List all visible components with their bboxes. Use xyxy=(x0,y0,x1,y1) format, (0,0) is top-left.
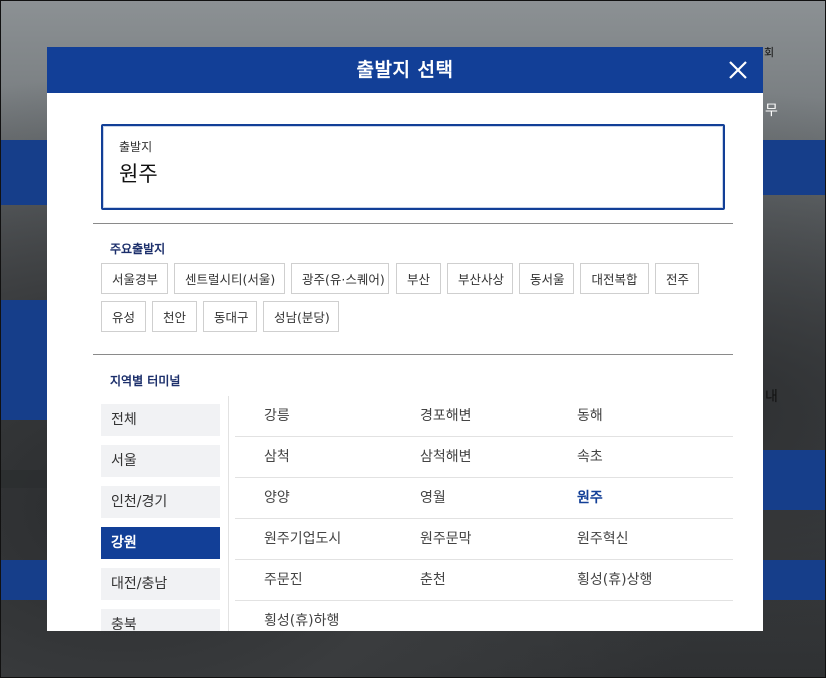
terminal-item[interactable]: 삼척 xyxy=(264,437,290,477)
major-departure-chip[interactable]: 천안 xyxy=(152,301,197,332)
terminal-item-selected[interactable]: 원주 xyxy=(577,478,603,518)
major-departures-title: 주요출발지 xyxy=(110,242,166,256)
regional-terminals-title: 지역별 터미널 xyxy=(110,374,181,388)
region-item-seoul[interactable]: 서울 xyxy=(101,445,220,477)
region-item-chungbuk[interactable]: 충북 xyxy=(101,609,220,631)
region-item-incheon-gyeonggi[interactable]: 인천/경기 xyxy=(101,486,220,518)
terminal-row: 삼척 삼척해변 속초 xyxy=(235,437,733,478)
major-departure-chip[interactable]: 서울경부 xyxy=(101,263,168,294)
background-panel xyxy=(0,300,47,420)
background-panel xyxy=(0,560,47,600)
background-panel xyxy=(763,450,826,510)
divider xyxy=(93,223,733,224)
departure-field[interactable]: 출발지 원주 xyxy=(101,124,725,210)
terminal-item[interactable]: 횡성(휴)상행 xyxy=(577,560,652,600)
terminal-row: 원주기업도시 원주문막 원주혁신 xyxy=(235,519,733,560)
background-text: 무 xyxy=(765,103,778,119)
terminal-item[interactable]: 원주문막 xyxy=(420,519,472,559)
terminal-item[interactable]: 경포해변 xyxy=(420,396,472,436)
major-departure-chip[interactable]: 성남(분당) xyxy=(263,301,339,332)
terminal-item[interactable]: 영월 xyxy=(420,478,446,518)
region-divider xyxy=(228,396,229,631)
major-departure-chip[interactable]: 센트럴시티(서울) xyxy=(174,263,285,294)
terminal-item[interactable]: 원주혁신 xyxy=(577,519,629,559)
terminal-item[interactable]: 동해 xyxy=(577,396,603,436)
region-item-gangwon[interactable]: 강원 xyxy=(101,527,220,559)
terminal-row: 양양 영월 원주 xyxy=(235,478,733,519)
background-panel xyxy=(0,140,47,205)
background-text: 내 xyxy=(765,389,778,405)
terminal-item[interactable]: 삼척해변 xyxy=(420,437,472,477)
terminal-item[interactable]: 주문진 xyxy=(264,560,303,600)
modal-title: 출발지 선택 xyxy=(356,59,454,81)
major-departure-chip[interactable]: 부산사상 xyxy=(447,263,513,294)
close-icon xyxy=(729,61,747,79)
background-panel xyxy=(763,140,826,195)
terminal-row: 강릉 경포해변 동해 xyxy=(235,396,733,437)
terminal-row: 횡성(휴)하행 xyxy=(235,601,733,631)
major-departure-chip[interactable]: 부산 xyxy=(396,263,441,294)
background-text: 회 xyxy=(764,46,775,59)
terminal-item[interactable]: 양양 xyxy=(264,478,290,518)
terminal-item[interactable]: 속초 xyxy=(577,437,603,477)
major-departure-chip[interactable]: 유성 xyxy=(101,301,146,332)
departure-label: 출발지 xyxy=(119,140,153,154)
major-departure-chip[interactable]: 전주 xyxy=(655,263,699,294)
terminal-item[interactable]: 강릉 xyxy=(264,396,290,436)
terminal-item[interactable]: 횡성(휴)하행 xyxy=(264,601,339,631)
departure-value: 원주 xyxy=(119,162,158,186)
region-item-all[interactable]: 전체 xyxy=(101,404,220,436)
terminal-item[interactable]: 원주기업도시 xyxy=(264,519,341,559)
divider xyxy=(93,354,733,355)
major-departure-chip[interactable]: 동서울 xyxy=(519,263,574,294)
departure-select-modal: 출발지 선택 출발지 원주 주요출발지 서울경부 센트럴시티(서울) 광주(유·… xyxy=(47,47,763,631)
background-panel xyxy=(763,560,826,600)
terminal-row: 주문진 춘천 횡성(휴)상행 xyxy=(235,560,733,601)
major-departure-chip[interactable]: 광주(유·스퀘어) xyxy=(291,263,389,294)
close-button[interactable] xyxy=(725,57,751,83)
major-departure-chip[interactable]: 대전복합 xyxy=(580,263,649,294)
terminal-item[interactable]: 춘천 xyxy=(420,560,446,600)
modal-header: 출발지 선택 xyxy=(47,47,763,93)
region-item-daejeon-chungnam[interactable]: 대전/충남 xyxy=(101,568,220,600)
major-departure-chip[interactable]: 동대구 xyxy=(203,301,257,332)
